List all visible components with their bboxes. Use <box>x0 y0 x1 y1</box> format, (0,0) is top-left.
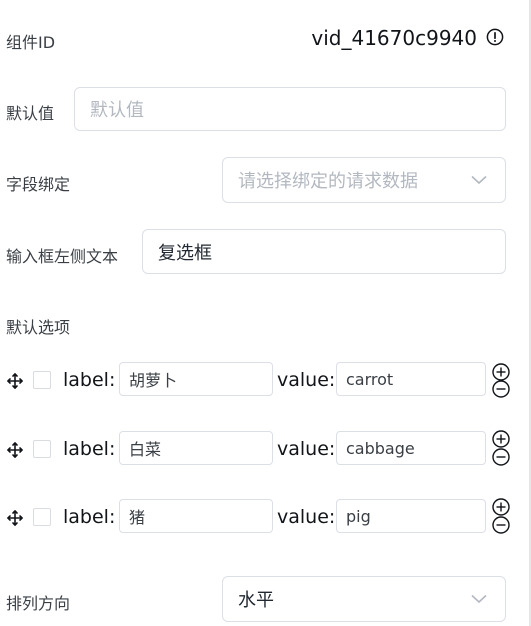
option-value-value: pig <box>346 506 371 526</box>
drag-move-icon[interactable] <box>6 372 24 390</box>
option-label-key: label: <box>63 506 116 528</box>
add-circle-icon[interactable] <box>491 497 511 517</box>
option-checkbox[interactable] <box>33 440 51 458</box>
field-binding-select[interactable]: 请选择绑定的请求数据 <box>222 157 506 203</box>
arrangement-value: 水平 <box>238 590 274 611</box>
default-value-label: 默认值 <box>6 104 55 123</box>
input-left-text-label: 输入框左侧文本 <box>6 247 119 266</box>
arrangement-label: 排列方向 <box>6 594 71 613</box>
option-value-input[interactable]: carrot <box>336 362 486 396</box>
option-label-key: label: <box>63 438 116 460</box>
option-value-value: carrot <box>346 369 394 389</box>
field-binding-label: 字段绑定 <box>6 175 71 194</box>
properties-panel: 组件ID vid_41670c9940 默认值 默认值 字段绑定 请选择绑定的请… <box>0 0 531 626</box>
option-label-input[interactable]: 猪 <box>119 499 273 533</box>
option-row: label: 猪 value: pig <box>0 497 531 539</box>
drag-move-icon[interactable] <box>6 441 24 459</box>
component-id-label: 组件ID <box>6 33 56 52</box>
default-value-input[interactable]: 默认值 <box>74 87 506 131</box>
chevron-down-icon <box>471 594 487 604</box>
field-binding-placeholder: 请选择绑定的请求数据 <box>238 171 418 192</box>
option-label-input[interactable]: 胡萝卜 <box>119 362 273 396</box>
option-label-value: 胡萝卜 <box>129 371 178 390</box>
component-id-value: vid_41670c9940 <box>311 26 477 50</box>
option-value-input[interactable]: cabbage <box>336 431 486 465</box>
arrangement-select[interactable]: 水平 <box>222 576 506 622</box>
input-left-text-input[interactable]: 复选框 <box>142 229 506 274</box>
add-circle-icon[interactable] <box>491 429 511 449</box>
default-value-placeholder: 默认值 <box>90 100 144 121</box>
option-value-key: value: <box>277 369 336 391</box>
info-circle-icon[interactable] <box>486 28 504 46</box>
input-left-text-value: 复选框 <box>158 242 212 264</box>
option-label-value: 白菜 <box>129 440 162 459</box>
option-label-value: 猪 <box>129 508 146 527</box>
option-value-key: value: <box>277 438 336 460</box>
option-checkbox[interactable] <box>33 371 51 389</box>
remove-circle-icon[interactable] <box>491 379 511 399</box>
option-value-input[interactable]: pig <box>336 499 486 533</box>
remove-circle-icon[interactable] <box>491 515 511 535</box>
drag-move-icon[interactable] <box>6 509 24 527</box>
option-row: label: 白菜 value: cabbage <box>0 429 531 471</box>
remove-circle-icon[interactable] <box>491 447 511 467</box>
option-checkbox[interactable] <box>33 508 51 526</box>
option-row: label: 胡萝卜 value: carrot <box>0 362 531 402</box>
option-label-input[interactable]: 白菜 <box>119 431 273 465</box>
option-value-key: value: <box>277 506 336 528</box>
default-options-label: 默认选项 <box>6 318 71 337</box>
chevron-down-icon <box>471 175 487 185</box>
option-label-key: label: <box>63 369 116 391</box>
option-value-value: cabbage <box>346 438 415 458</box>
